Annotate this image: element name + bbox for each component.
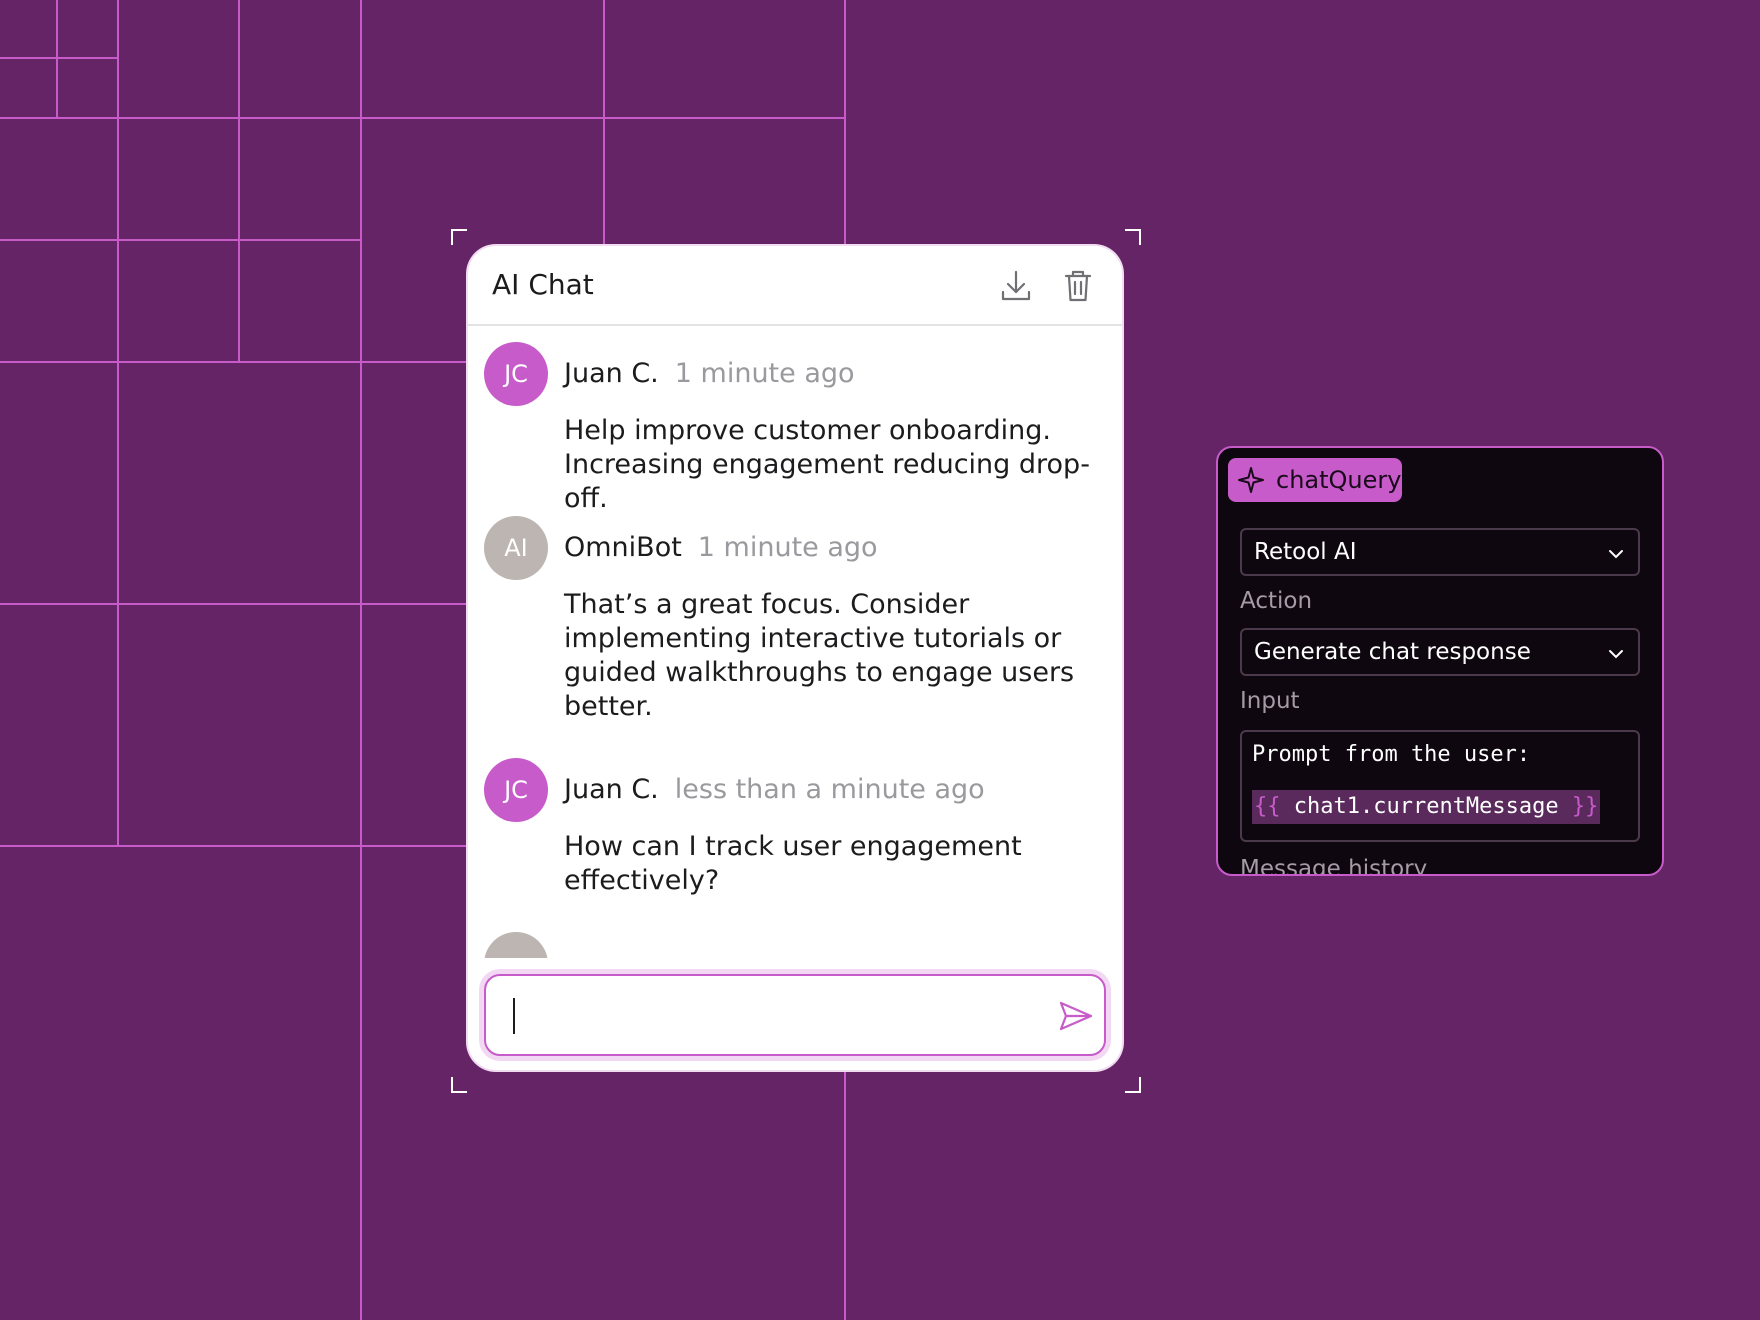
open-brace: {{: [1254, 794, 1281, 819]
selection-corner-top-left: [451, 229, 467, 245]
message-timestamp: 1 minute ago: [674, 358, 855, 389]
send-icon: [1059, 1001, 1093, 1031]
resource-select[interactable]: Retool AI: [1240, 528, 1640, 576]
resource-select-value: Retool AI: [1254, 539, 1357, 565]
message-header: Juan C. 1 minute ago: [564, 358, 855, 389]
avatar: [484, 932, 548, 958]
avatar: JC: [484, 758, 548, 822]
message-header: OmniBot 1 minute ago: [564, 532, 878, 563]
message-timestamp: 1 minute ago: [697, 532, 878, 563]
expression-text: chat1.currentMessage: [1293, 794, 1559, 819]
action-select[interactable]: Generate chat response: [1240, 628, 1640, 676]
sparkle-icon: [1238, 467, 1264, 493]
query-name-badge[interactable]: chatQuery: [1228, 458, 1402, 502]
chat-query-panel: chatQuery Retool AI Action Generate chat…: [1216, 446, 1664, 876]
send-button[interactable]: [1056, 996, 1096, 1036]
sender-name: OmniBot: [564, 532, 682, 563]
message-timestamp: less than a minute ago: [674, 774, 985, 805]
download-button[interactable]: [996, 266, 1036, 306]
message-header: Juan C. less than a minute ago: [564, 774, 985, 805]
chat-header: AI Chat: [468, 246, 1122, 326]
action-select-value: Generate chat response: [1254, 639, 1531, 665]
input-label: Input: [1240, 688, 1300, 714]
message-text: Help improve customer onboarding. Increa…: [564, 415, 1090, 514]
avatar: JC: [484, 342, 548, 406]
sender-name: Juan C.: [564, 358, 659, 389]
message-input-box[interactable]: [484, 974, 1106, 1056]
message-text: That’s a great focus. Consider implement…: [564, 589, 1075, 722]
chevron-down-icon: [1609, 550, 1623, 559]
close-brace: }}: [1571, 794, 1599, 819]
message-history-label: Message history: [1240, 856, 1428, 876]
query-name: chatQuery: [1276, 466, 1402, 494]
clear-chat-button[interactable]: [1058, 266, 1098, 306]
chevron-down-icon: [1609, 650, 1623, 659]
chat-title: AI Chat: [492, 268, 594, 301]
message-list[interactable]: JC Juan C. 1 minute ago Help improve cust…: [468, 328, 1122, 958]
selection-corner-bottom-right: [1125, 1077, 1141, 1093]
action-label: Action: [1240, 588, 1313, 614]
ai-chat-panel: AI Chat JC Juan C. 1 minute ago Help impr…: [468, 246, 1122, 1070]
template-expression: {{ chat1.currentMessage }}: [1252, 790, 1601, 824]
trash-icon: [1064, 270, 1092, 302]
prompt-input-editor[interactable]: Prompt from the user: {{ chat1.currentMe…: [1240, 730, 1640, 842]
text-caret: [513, 998, 515, 1034]
prompt-text: Prompt from the user:: [1252, 742, 1531, 767]
avatar: AI: [484, 516, 548, 580]
selection-corner-bottom-left: [451, 1077, 467, 1093]
sender-name: Juan C.: [564, 774, 659, 805]
message-text: How can I track user engagement effectiv…: [564, 831, 1022, 896]
message-input[interactable]: [506, 990, 1030, 1042]
selection-corner-top-right: [1125, 229, 1141, 245]
download-icon: [1001, 270, 1031, 301]
